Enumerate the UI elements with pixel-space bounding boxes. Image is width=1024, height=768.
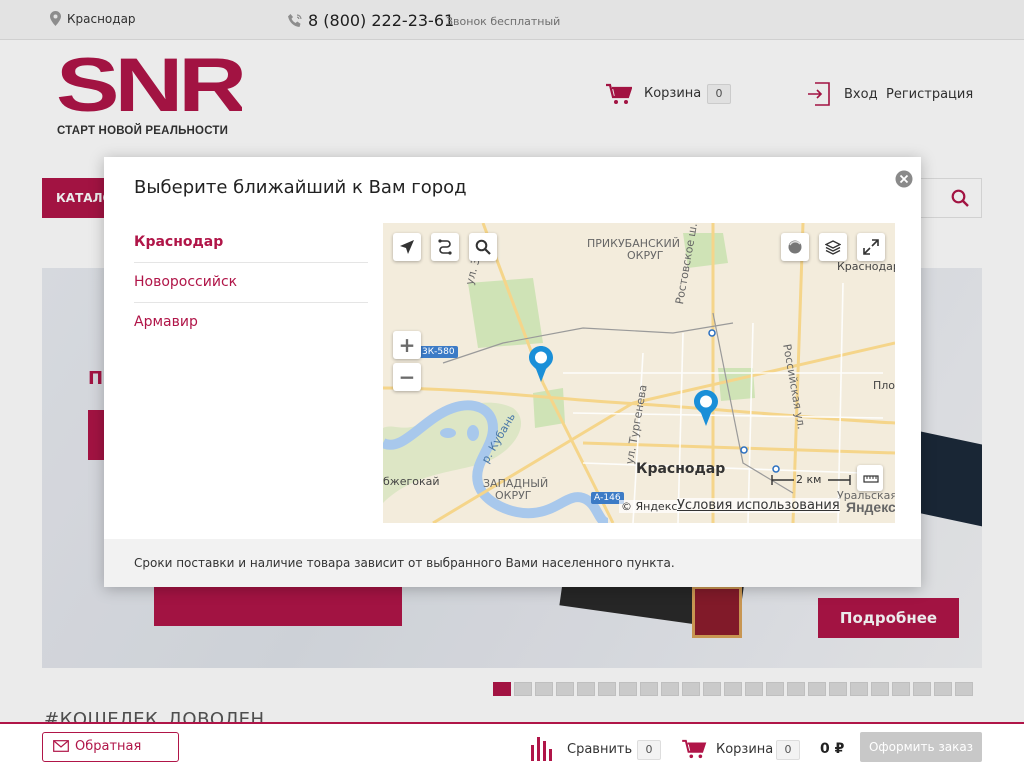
scale-label: 2 км [796,473,822,486]
road-badge: 3К-580 [419,346,458,358]
map-label-district-north-2: ОКРУГ [627,249,664,262]
route-icon [438,239,452,255]
bottom-cart-count: 0 [776,740,800,760]
city-option[interactable]: Новороссийск [134,263,368,303]
layers-button[interactable] [819,233,847,261]
compare-icon[interactable] [530,737,552,761]
map-label-city-corner: Краснодар [837,260,895,273]
modal-footer: Сроки поставки и наличие товара зависит … [104,539,921,587]
geolocation-icon [400,240,414,254]
cart-total: 0 ₽ [820,741,845,757]
map-marker-icon[interactable] [693,389,719,427]
magnifier-icon [475,239,491,255]
city-list: Краснодар Новороссийск Армавир [134,223,368,343]
zoom-out-button[interactable]: − [393,363,421,391]
map-marker-icon[interactable] [528,345,554,383]
fullscreen-icon [863,239,879,255]
yandex-logo[interactable]: Яндекс [846,499,895,515]
map-label-west-town: бжегокай [383,475,440,488]
map-label-city: Краснодар [636,461,726,477]
compare-count: 0 [637,740,661,760]
route-button[interactable] [431,233,459,261]
compare-label[interactable]: Сравнить [567,742,632,757]
city-select-modal: Выберите ближайший к Вам город Краснодар… [104,157,921,587]
modal-title: Выберите ближайший к Вам город [134,177,467,198]
bottom-bar: Обратная связь Сравнить 0 Корзина 0 0 ₽ … [0,722,1024,768]
checkout-button[interactable]: Оформить заказ [860,732,982,762]
zoom-in-button[interactable]: + [393,331,421,359]
close-icon[interactable] [895,170,913,188]
traffic-icon [788,240,802,254]
ruler-icon [863,475,879,483]
traffic-button[interactable] [781,233,809,261]
city-option[interactable]: Краснодар [134,223,368,263]
ruler-button[interactable] [857,465,883,491]
city-option[interactable]: Армавир [134,303,368,343]
layers-icon [825,240,841,255]
cart-icon[interactable] [681,739,707,759]
geolocation-button[interactable] [393,233,421,261]
mail-icon [53,740,69,752]
zoom-out-label: − [398,365,416,389]
map-label-east-town: Пло [873,379,895,392]
map-terms-link[interactable]: Условия использования [677,498,840,513]
bottom-cart-label[interactable]: Корзина [716,742,773,757]
map-copyright: © Яндекс [619,500,680,513]
map-label-district-west-2: ОКРУГ [495,489,532,502]
zoom-in-label: + [398,333,416,357]
fullscreen-button[interactable] [857,233,885,261]
map-search-button[interactable] [469,233,497,261]
yandex-map[interactable]: ПРИКУБАНСКИЙ ОКРУГ ЗАПАДНЫЙ ОКРУГ бжегок… [383,223,895,523]
delivery-note: Сроки поставки и наличие товара зависит … [134,556,675,570]
